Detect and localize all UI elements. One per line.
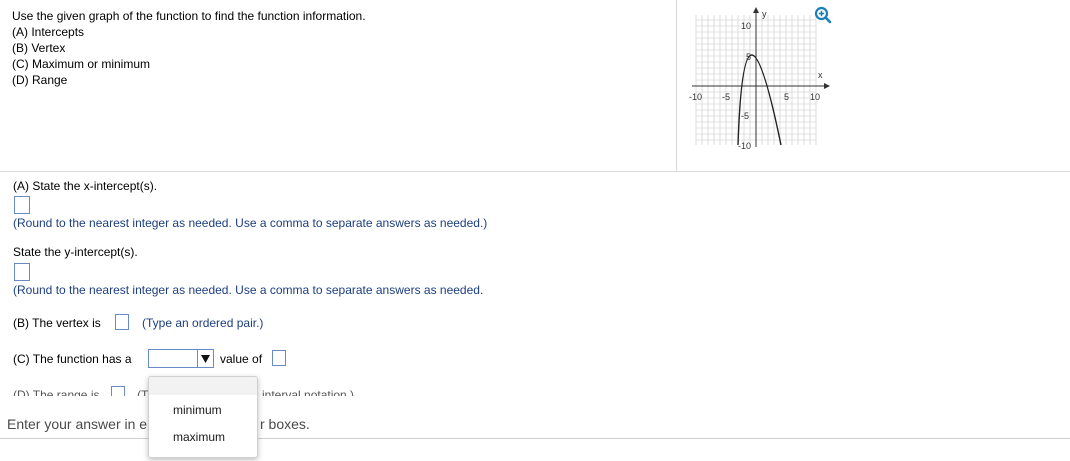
- vertex-hint: (Type an ordered pair.): [142, 316, 264, 330]
- value-of-label: value of: [220, 352, 263, 366]
- range-hint-start: (T: [137, 388, 149, 396]
- parabola-curve: [737, 54, 782, 146]
- x-intercept-question: (A) State the x-intercept(s).: [13, 179, 158, 193]
- chevron-down-icon: [201, 354, 210, 363]
- intro-line: Use the given graph of the function to f…: [12, 9, 366, 23]
- y-intercept-input[interactable]: [14, 263, 30, 281]
- y-tick-label: -10: [738, 141, 751, 151]
- range-question: (D) The range is: [13, 388, 100, 396]
- x-intercept-input[interactable]: [14, 196, 30, 214]
- x-tick-label: -10: [689, 92, 702, 102]
- footer-instruction-end: r boxes.: [260, 416, 310, 432]
- y-tick-label: 10: [741, 21, 751, 31]
- x-tick-label: 5: [784, 92, 789, 102]
- footer-instruction-start: Enter your answer in e: [7, 416, 148, 432]
- y-axis-label: y: [762, 9, 767, 19]
- vertex-input[interactable]: [115, 314, 129, 330]
- range-input[interactable]: [111, 386, 125, 396]
- range-hint-end: interval notation.): [262, 388, 355, 396]
- y-intercept-question: State the y-intercept(s).: [13, 245, 138, 259]
- vertical-divider: [676, 0, 677, 171]
- zoom-in-icon[interactable]: [814, 6, 832, 24]
- dropdown-arrow[interactable]: [197, 350, 213, 367]
- horizontal-divider: [0, 171, 1070, 172]
- intro-line: (D) Range: [12, 73, 68, 87]
- x-tick-label: 10: [810, 92, 820, 102]
- dropdown-option-maximum[interactable]: maximum: [173, 430, 225, 444]
- x-axis-label: x: [818, 70, 823, 80]
- intro-line: (B) Vertex: [12, 41, 66, 55]
- problem-intro: Use the given graph of the function to f…: [12, 8, 366, 88]
- x-tick-label: -5: [722, 92, 730, 102]
- intro-line: (A) Intercepts: [12, 25, 85, 39]
- max-min-select[interactable]: [148, 349, 214, 368]
- y-tick-label: -5: [741, 111, 749, 121]
- y-intercept-hint: (Round to the nearest integer as needed.…: [13, 283, 484, 297]
- y-axis-arrow-icon: [753, 7, 759, 13]
- x-intercept-hint: (Round to the nearest integer as needed.…: [13, 216, 488, 230]
- dropdown-blank-option[interactable]: [149, 377, 257, 395]
- extreme-value-input[interactable]: [272, 350, 286, 366]
- vertex-question: (B) The vertex is: [13, 316, 101, 330]
- max-min-dropdown-list: minimum maximum: [148, 376, 258, 458]
- intro-line: (C) Maximum or minimum: [12, 57, 150, 71]
- max-min-question: (C) The function has a: [13, 352, 132, 366]
- function-graph: y x -10 -5 5 10 10 5 -5 -10: [689, 7, 830, 151]
- dropdown-option-minimum[interactable]: minimum: [173, 403, 222, 417]
- x-axis-arrow-icon: [824, 83, 830, 89]
- y-tick-label: 5: [746, 52, 751, 62]
